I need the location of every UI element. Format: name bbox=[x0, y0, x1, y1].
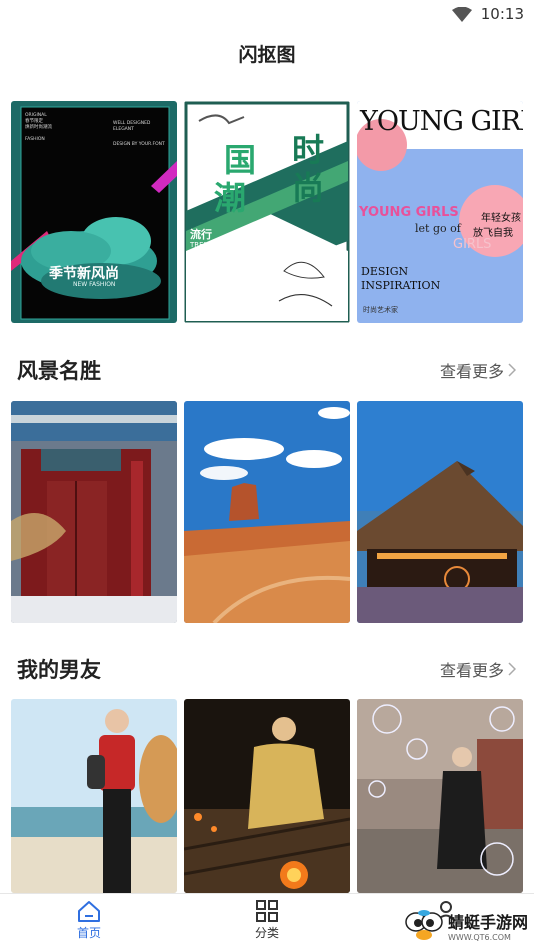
card1-subline: NEW FASHION bbox=[73, 281, 116, 288]
card1-top-left: ORIGINAL 春节限定 焕新时尚潮流 FASHION bbox=[25, 113, 52, 142]
chevron-right-icon bbox=[508, 662, 516, 676]
boyfriend-photo-beach[interactable] bbox=[11, 699, 177, 893]
see-more-label: 查看更多 bbox=[439, 661, 504, 680]
see-more-scenery-link[interactable]: 查看更多 bbox=[440, 358, 516, 382]
template-thumbnail bbox=[184, 101, 350, 323]
scenery-photo-temple-gate[interactable] bbox=[11, 401, 177, 623]
card3-design: DESIGN INSPIRATION bbox=[361, 265, 441, 292]
dragonfly-mascot-icon bbox=[405, 910, 443, 940]
see-more-boyfriend-link[interactable]: 查看更多 bbox=[440, 657, 516, 681]
card1-headline: 季节新风尚 bbox=[49, 266, 119, 282]
tab-category[interactable]: 分类 bbox=[227, 900, 307, 941]
tab-home-label: 首页 bbox=[76, 926, 101, 940]
watermark-logo: 蜻蜓手游网 WWW.QT6.COM bbox=[404, 908, 528, 942]
photo-thumbnail bbox=[11, 401, 177, 623]
photo-thumbnail bbox=[357, 401, 523, 623]
card3-letgo: let go of bbox=[415, 222, 461, 235]
card3-sub-en: YOUNG GIRLS bbox=[359, 205, 459, 220]
scenery-photo-thatched-house[interactable] bbox=[357, 401, 523, 623]
section-title-boyfriend: 我的男友 bbox=[17, 658, 101, 682]
section-title-scenery: 风景名胜 bbox=[17, 359, 101, 383]
card3-footer: 时尚艺术家 bbox=[363, 306, 398, 314]
home-icon bbox=[78, 901, 100, 922]
tab-home[interactable]: 首页 bbox=[49, 900, 129, 941]
card3-ghost: GIRLS bbox=[453, 237, 492, 252]
chevron-right-icon bbox=[508, 363, 516, 377]
template-card-new-fashion[interactable]: ORIGINAL 春节限定 焕新时尚潮流 FASHION WELL DESIGN… bbox=[11, 101, 177, 323]
template-card-young-girl[interactable]: YOUNG GIRL YOUNG GIRLS 年轻女孩 let go of 放飞… bbox=[357, 101, 523, 323]
photo-thumbnail bbox=[357, 699, 523, 893]
card2-char-4: 潮 bbox=[214, 179, 247, 217]
grid-icon bbox=[256, 900, 278, 922]
tab-category-label: 分类 bbox=[254, 926, 279, 940]
template-card-trend[interactable]: 时 国 尚 潮 流行 TREND 中国时尚 2018 bbox=[184, 101, 350, 323]
status-time: 10:13 bbox=[480, 5, 524, 23]
card3-headline: YOUNG GIRL bbox=[360, 106, 523, 137]
photo-thumbnail bbox=[184, 401, 350, 623]
card2-char-3: 尚 bbox=[292, 169, 325, 207]
watermark-title: 蜻蜓手游网 bbox=[447, 912, 528, 932]
photo-thumbnail bbox=[184, 699, 350, 893]
photo-thumbnail bbox=[11, 699, 177, 893]
boyfriend-photo-bubbles[interactable] bbox=[357, 699, 523, 893]
card2-side-text: 流行 TREND 中国时尚 2018 bbox=[190, 228, 215, 270]
card3-cn1: 年轻女孩 bbox=[481, 213, 521, 224]
see-more-label: 查看更多 bbox=[439, 362, 504, 381]
card1-top-right: WELL DESIGNED ELEGANT DESIGN BY YOUR.FON… bbox=[113, 121, 165, 147]
boyfriend-photo-lantern[interactable] bbox=[184, 699, 350, 893]
wifi-icon bbox=[452, 7, 472, 22]
watermark-url: WWW.QT6.COM bbox=[447, 932, 511, 942]
status-bar: 10:13 bbox=[0, 0, 534, 30]
scenery-photo-desert-butte[interactable] bbox=[184, 401, 350, 623]
page-title: 闪抠图 bbox=[238, 44, 296, 66]
